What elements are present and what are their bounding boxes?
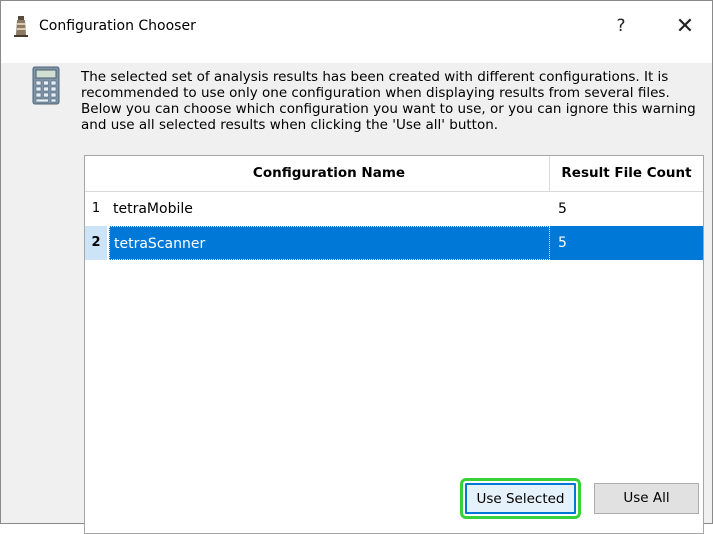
column-header-configuration-name[interactable]: Configuration Name (109, 156, 550, 191)
title-bar[interactable]: Configuration Chooser ? ✕ (1, 1, 712, 63)
configuration-table[interactable]: Configuration Name Result File Count 1 t… (84, 155, 704, 534)
warning-message: The selected set of analysis results has… (81, 69, 696, 133)
window-title: Configuration Chooser (39, 18, 196, 34)
configuration-name-cell[interactable]: tetraScanner (109, 226, 550, 260)
row-number[interactable]: 1 (85, 192, 107, 226)
table-header: Configuration Name Result File Count (85, 156, 703, 192)
lighthouse-icon (14, 16, 28, 37)
result-file-count-cell[interactable]: 5 (550, 192, 703, 226)
row-number[interactable]: 2 (85, 226, 107, 260)
use-all-button[interactable]: Use All (594, 483, 699, 514)
help-button[interactable]: ? (601, 11, 641, 41)
column-header-result-file-count[interactable]: Result File Count (550, 156, 703, 191)
configuration-chooser-dialog: Configuration Chooser ? ✕ The selected s… (0, 0, 713, 534)
result-file-count-cell[interactable]: 5 (550, 226, 703, 260)
table-row[interactable]: 2 tetraScanner 5 (85, 226, 703, 260)
table-row[interactable]: 1 tetraMobile 5 (85, 192, 703, 226)
calculator-icon (32, 66, 60, 105)
dialog-body: The selected set of analysis results has… (1, 63, 712, 534)
use-selected-button[interactable]: Use Selected (460, 478, 581, 519)
configuration-name-cell[interactable]: tetraMobile (109, 192, 550, 226)
close-button[interactable]: ✕ (665, 11, 705, 41)
